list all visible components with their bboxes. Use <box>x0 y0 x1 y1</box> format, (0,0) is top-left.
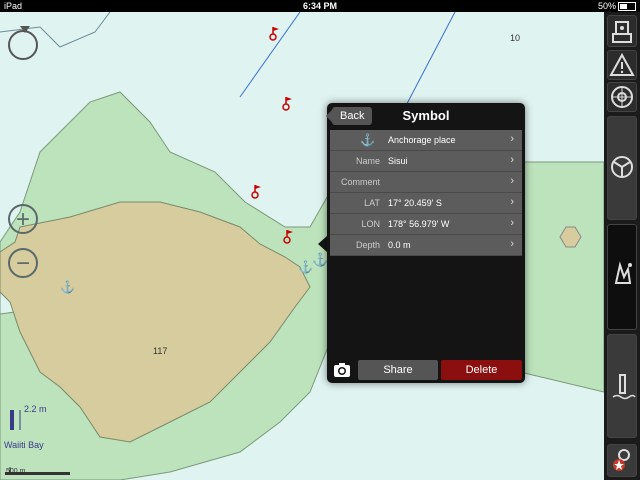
name-value: Sisui <box>388 156 408 166</box>
settings-robot-icon <box>612 21 632 43</box>
row-label: Name <box>355 156 380 166</box>
place-label: Waiiti Bay <box>4 440 44 450</box>
tide-label: 2.2 m <box>24 404 47 414</box>
settings-gears-icon <box>613 449 630 471</box>
anchor-icon: ⚓ <box>298 260 313 274</box>
chevron-right-icon: › <box>510 217 514 229</box>
row-label: Comment <box>340 177 380 187</box>
row-depth[interactable]: Depth 0.0 m › <box>330 235 522 256</box>
symbol-popup: Back Symbol ⚓ Anchorage place › Name Sis… <box>327 103 525 383</box>
helm-wheel-button[interactable] <box>607 82 637 112</box>
chevron-right-icon: › <box>510 133 514 145</box>
symbol-type-value: Anchorage place <box>388 135 456 145</box>
status-time: 6:34 PM <box>302 1 337 11</box>
delete-button[interactable]: Delete <box>441 360 522 380</box>
tide-gauge-button[interactable] <box>607 334 637 438</box>
waypoint-gesture-button[interactable] <box>607 224 637 330</box>
row-label: Depth <box>355 240 380 250</box>
popup-header: Back Symbol <box>327 103 525 129</box>
row-label: LON <box>361 219 380 229</box>
lon-value: 178° 56.979' W <box>388 219 450 229</box>
row-lat[interactable]: LAT 17° 20.459' S › <box>330 193 522 214</box>
popup-pointer <box>318 236 327 252</box>
battery-percent: 50% <box>597 1 616 11</box>
row-lon[interactable]: LON 178° 56.979' W › <box>330 214 522 235</box>
chevron-right-icon: › <box>510 154 514 166</box>
lat-value: 17° 20.459' S <box>388 198 442 208</box>
row-label: LAT <box>364 198 380 208</box>
popup-actions: Share Delete <box>330 360 522 380</box>
settings-robot-button[interactable] <box>607 15 637 47</box>
row-symbol-type[interactable]: ⚓ Anchorage place › <box>330 130 522 151</box>
depth-value: 0.0 m <box>388 240 411 250</box>
popup-title: Symbol <box>402 108 450 123</box>
right-toolbar <box>604 12 640 480</box>
chevron-right-icon: › <box>510 196 514 208</box>
row-name[interactable]: Name Sisui › <box>330 151 522 172</box>
battery-indicator: 50% <box>598 0 636 12</box>
anchor-icon: ⚓ <box>60 280 75 294</box>
warning-icon <box>609 52 635 76</box>
anchor-icon: ⚓ <box>360 133 375 147</box>
status-bar: iPad 6:34 PM 50% <box>0 0 640 12</box>
row-comment[interactable]: Comment › <box>330 172 522 193</box>
depth-label: 117 <box>153 346 168 356</box>
compass-button[interactable] <box>8 26 38 60</box>
zoom-in-button[interactable]: + <box>8 204 38 234</box>
waypoint-gesture-icon <box>614 261 632 284</box>
settings-gears-button[interactable] <box>607 444 637 477</box>
battery-icon <box>618 2 636 12</box>
warning-button[interactable] <box>607 50 637 80</box>
anchor-icon[interactable]: ⚓ <box>312 252 328 268</box>
steering-wheel-button[interactable] <box>607 116 637 220</box>
steering-wheel-icon <box>611 156 633 178</box>
camera-button[interactable] <box>332 360 352 380</box>
tide-gauge-icon <box>612 374 636 400</box>
zoom-out-button[interactable]: − <box>8 248 38 278</box>
chevron-right-icon: › <box>510 238 514 250</box>
share-button[interactable]: Share <box>358 360 438 380</box>
chevron-right-icon: › <box>510 175 514 187</box>
helm-wheel-icon <box>611 86 633 108</box>
camera-icon <box>334 363 350 377</box>
depth-label: 10 <box>510 33 521 43</box>
scale-label: 500 m <box>6 468 26 475</box>
symbol-details: ⚓ Anchorage place › Name Sisui › Comment… <box>330 130 522 256</box>
